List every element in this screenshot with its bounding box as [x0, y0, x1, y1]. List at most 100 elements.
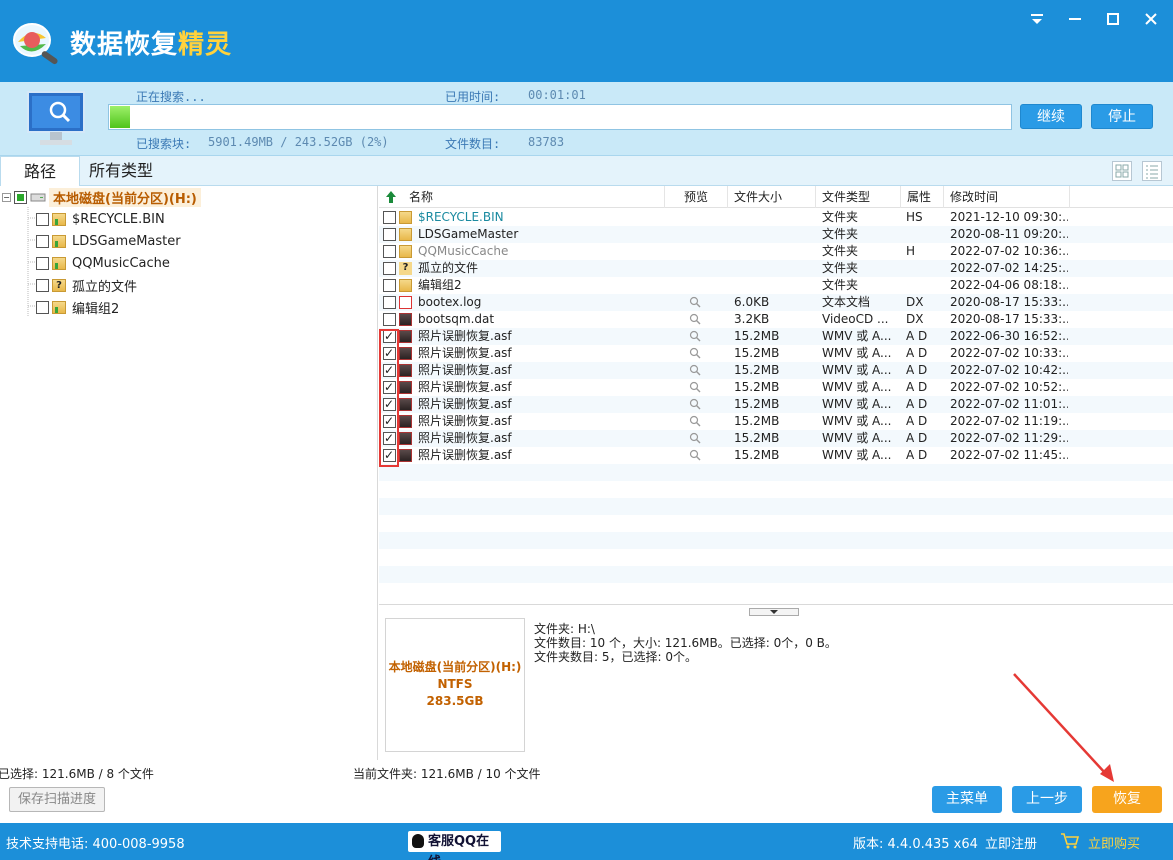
file-row[interactable]: 照片误删恢复.asf 15.2MB WMV 或 A... A D 2022-06-30 … — [379, 328, 1173, 345]
tree-item[interactable]: LDSGameMaster — [36, 231, 181, 251]
media-file-icon — [399, 313, 412, 326]
media-file-icon — [399, 330, 412, 343]
file-mtime: 2022-07-02 10:42:... — [950, 363, 1068, 377]
media-file-icon — [399, 364, 412, 377]
preview-icon[interactable] — [689, 449, 701, 466]
col-attr[interactable]: 属性 — [901, 186, 944, 208]
tree-item[interactable]: ? 孤立的文件 — [36, 275, 137, 295]
list-view-icon[interactable] — [1142, 161, 1162, 181]
tree-item-label: $RECYCLE.BIN — [72, 211, 165, 227]
version-text: 版本: 4.4.0.435 x64 — [853, 837, 978, 852]
main-menu-button[interactable]: 主菜单 — [932, 786, 1002, 813]
folder-icon — [399, 211, 412, 224]
file-size: 15.2MB — [734, 329, 780, 343]
file-mtime: 2022-07-02 10:33:... — [950, 346, 1068, 360]
file-row[interactable]: ? 孤立的文件 文件夹 2022-07-02 14:25:... — [379, 260, 1173, 277]
file-row-checkbox[interactable] — [383, 228, 396, 241]
file-attr: H — [906, 244, 916, 258]
file-row[interactable]: QQMusicCache 文件夹 H 2022-07-02 10:36:... — [379, 243, 1173, 260]
file-attr — [906, 277, 942, 294]
maximize-icon[interactable] — [1105, 10, 1121, 32]
file-row[interactable]: 照片误删恢复.asf 15.2MB WMV 或 A... A D 2022-07-02 … — [379, 447, 1173, 464]
tree-item[interactable]: $RECYCLE.BIN — [36, 209, 165, 229]
row-stripe — [379, 532, 1173, 549]
file-row[interactable]: $RECYCLE.BIN 文件夹 HS 2021-12-10 09:30:... — [379, 209, 1173, 226]
recover-button[interactable]: 恢复 — [1092, 786, 1162, 813]
tree-item-label: QQMusicCache — [72, 255, 170, 271]
orphan-files-icon: ? — [52, 278, 66, 292]
tree-item-checkbox[interactable] — [36, 256, 49, 270]
file-name: 照片误删恢复.asf — [418, 397, 512, 411]
col-type[interactable]: 文件类型 — [816, 186, 901, 208]
continue-button[interactable]: 继续 — [1020, 104, 1082, 129]
tree-item-checkbox[interactable] — [36, 300, 49, 314]
minimize-icon[interactable] — [1067, 10, 1083, 32]
tree-root-checkbox[interactable] — [14, 190, 27, 204]
tree-item-checkbox[interactable] — [36, 212, 49, 226]
cart-icon[interactable] — [1060, 832, 1080, 850]
tree-item[interactable]: QQMusicCache — [36, 253, 170, 273]
file-row[interactable]: 照片误删恢复.asf 15.2MB WMV 或 A... A D 2022-07-02 … — [379, 345, 1173, 362]
elapsed-time-value: 00:01:01 — [528, 88, 586, 102]
col-preview[interactable]: 预览 — [678, 186, 728, 208]
col-name[interactable]: 名称 — [403, 186, 665, 208]
searched-blocks-value: 5901.49MB / 243.52GB (2%) — [208, 135, 389, 149]
file-size — [734, 243, 814, 260]
file-row[interactable]: bootsqm.dat 3.2KB VideoCD ... DX 2020-08-17 … — [379, 311, 1173, 328]
tab-all-types[interactable]: 所有类型 — [80, 156, 162, 186]
file-mtime: 2022-07-02 14:25:... — [950, 261, 1068, 275]
qq-support-button[interactable]: 客服QQ在线 — [408, 831, 501, 860]
file-row-checkbox[interactable] — [383, 296, 396, 309]
tree-item-checkbox[interactable] — [36, 278, 49, 292]
file-name: 孤立的文件 — [418, 261, 479, 275]
file-mtime: 2022-06-30 16:52:... — [950, 329, 1068, 343]
file-name: bootsqm.dat — [418, 312, 495, 326]
file-mtime: 2022-07-02 10:52:... — [950, 380, 1068, 394]
file-row-checkbox[interactable] — [383, 245, 396, 258]
file-row[interactable]: 编辑组2 文件夹 2022-04-06 08:18:... — [379, 277, 1173, 294]
col-size[interactable]: 文件大小 — [728, 186, 816, 208]
selected-status: 已选择: 121.6MB / 8 个文件 — [0, 767, 154, 781]
file-mtime: 2022-07-02 10:36:... — [950, 244, 1068, 258]
row-stripe — [379, 481, 1173, 498]
menu-dropdown-icon[interactable] — [1029, 10, 1045, 32]
file-mtime: 2022-07-02 11:19:... — [950, 414, 1068, 428]
register-link[interactable]: 立即注册 — [985, 833, 1037, 852]
save-scan-progress-button[interactable]: 保存扫描进度 — [9, 787, 105, 812]
file-row[interactable]: 照片误删恢复.asf 15.2MB WMV 或 A... A D 2022-07-02 … — [379, 379, 1173, 396]
tab-path[interactable]: 路径 — [0, 156, 80, 187]
folder-icon — [52, 300, 66, 314]
file-row[interactable]: 照片误删恢复.asf 15.2MB WMV 或 A... A D 2022-07-02 … — [379, 362, 1173, 379]
col-mtime[interactable]: 修改时间 — [944, 186, 1070, 208]
collapse-icon[interactable]: − — [2, 192, 11, 202]
file-list-header: 名称 预览 文件大小 文件类型 属性 修改时间 — [379, 186, 1173, 208]
file-row-checkbox[interactable] — [383, 211, 396, 224]
file-name: $RECYCLE.BIN — [418, 210, 504, 224]
buy-now-link[interactable]: 立即购买 — [1088, 833, 1140, 852]
file-row-checkbox[interactable] — [383, 262, 396, 275]
prev-step-button[interactable]: 上一步 — [1012, 786, 1082, 813]
folder-info: 文件夹: H:\ 文件数目: 10 个，大小: 121.6MB。已选择: 0个，… — [534, 622, 837, 664]
splitter-handle[interactable] — [749, 608, 799, 616]
file-row[interactable]: 照片误删恢复.asf 15.2MB WMV 或 A... A D 2022-07-02 … — [379, 396, 1173, 413]
tree-connector-lines — [27, 207, 36, 317]
file-attr: DX — [906, 312, 924, 326]
tree-item-label: LDSGameMaster — [72, 233, 181, 249]
media-file-icon — [399, 432, 412, 445]
title-bar: 数据恢复精灵 — [0, 0, 1173, 82]
file-row[interactable]: bootex.log 6.0KB 文本文档 DX 2020-08-17 15:33:..… — [379, 294, 1173, 311]
file-row[interactable]: 照片误删恢复.asf 15.2MB WMV 或 A... A D 2022-07-02 … — [379, 413, 1173, 430]
tree-item[interactable]: 编辑组2 — [36, 297, 119, 317]
grid-view-icon[interactable] — [1112, 161, 1132, 181]
stop-button[interactable]: 停止 — [1091, 104, 1153, 129]
up-folder-icon[interactable] — [384, 190, 398, 204]
file-row-checkbox[interactable] — [383, 313, 396, 326]
close-icon[interactable] — [1143, 10, 1159, 32]
tree-item-checkbox[interactable] — [36, 234, 49, 248]
tree-root-row[interactable]: − 本地磁盘(当前分区)(H:) — [2, 187, 201, 207]
media-file-icon — [399, 381, 412, 394]
file-row[interactable]: LDSGameMaster 文件夹 2020-08-11 09:20:... — [379, 226, 1173, 243]
file-row[interactable]: 照片误删恢复.asf 15.2MB WMV 或 A... A D 2022-07-02 … — [379, 430, 1173, 447]
file-type: WMV 或 A... — [822, 448, 892, 462]
file-row-checkbox[interactable] — [383, 279, 396, 292]
